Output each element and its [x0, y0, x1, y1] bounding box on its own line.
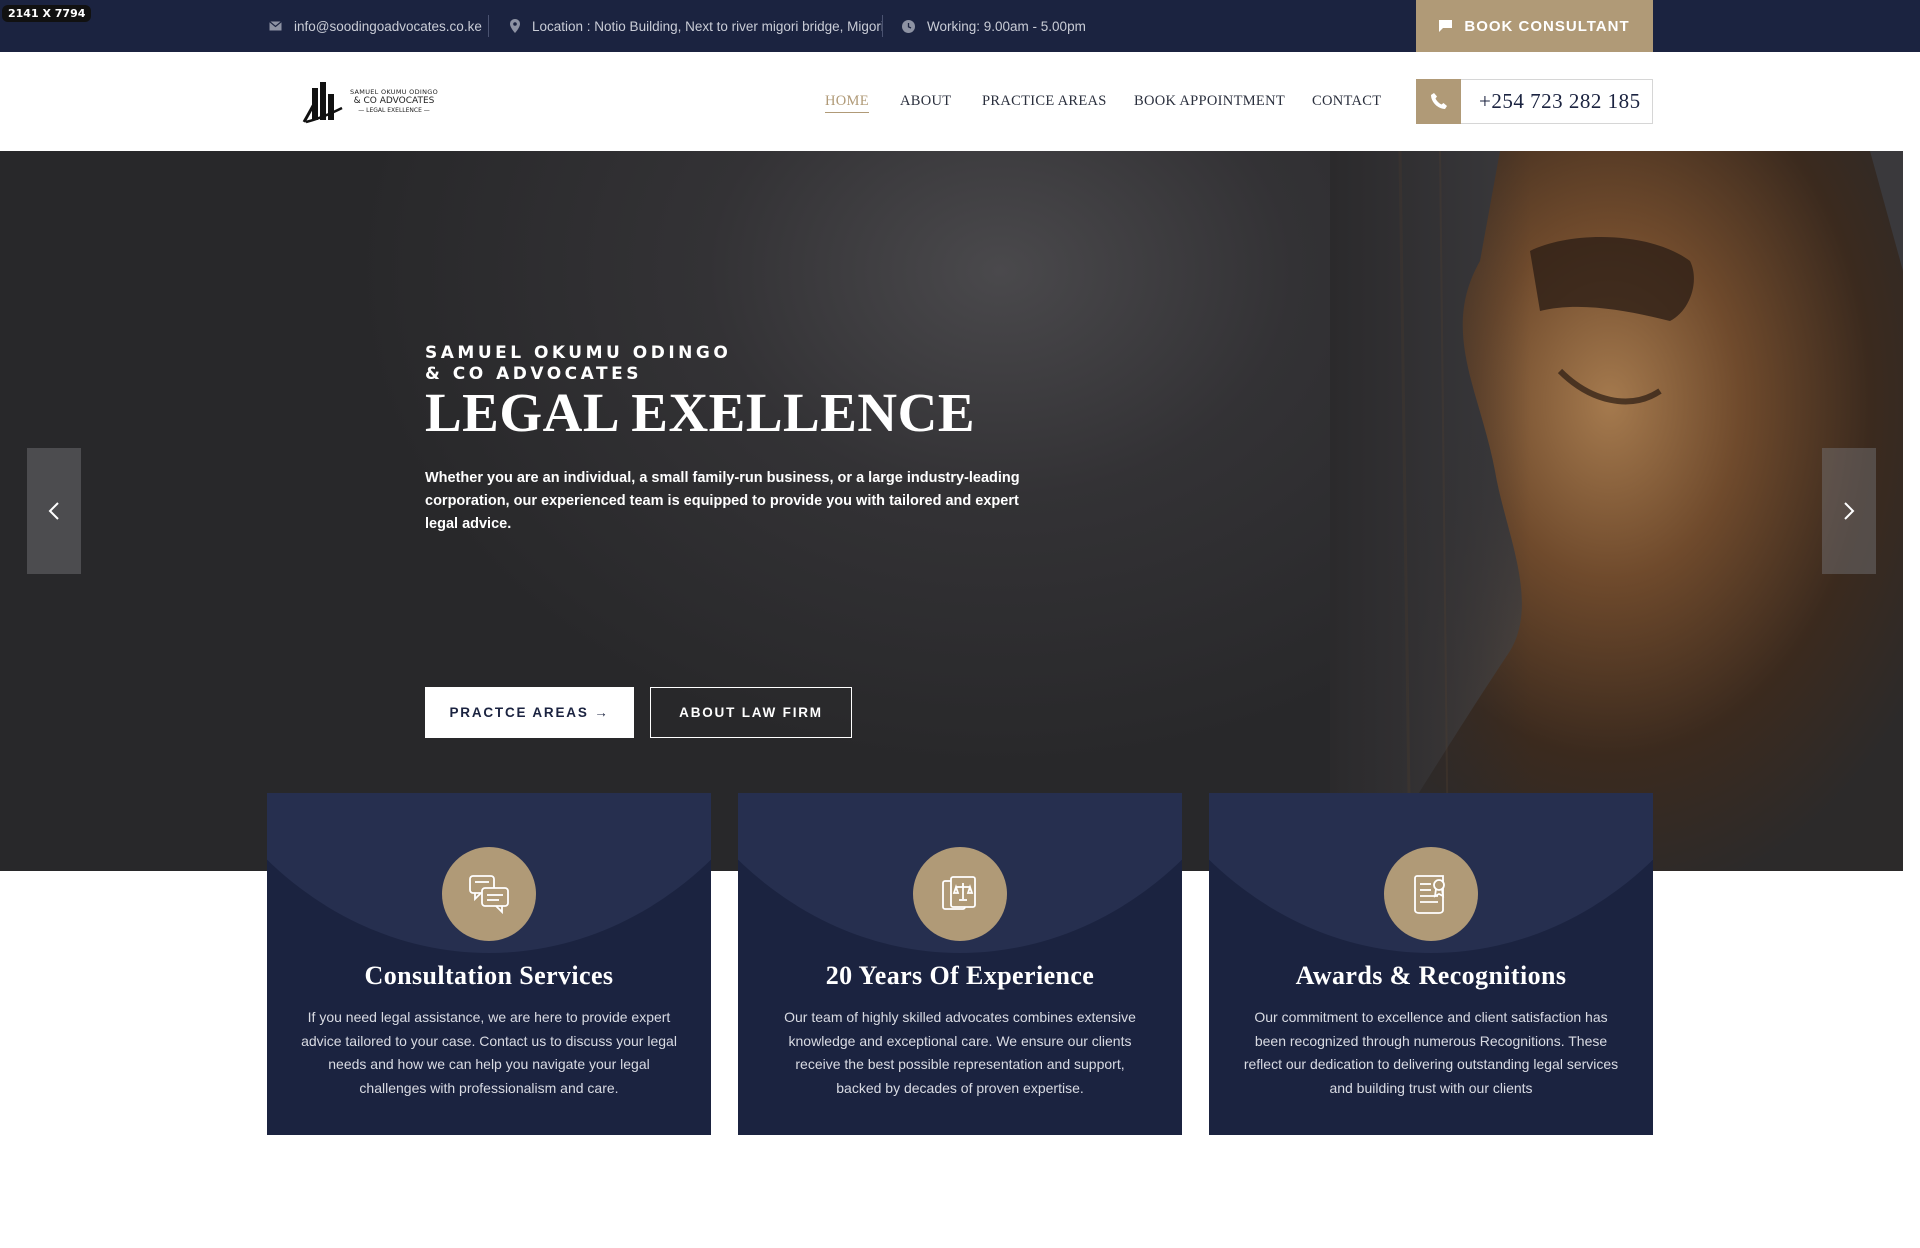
topbar-email-text: info@soodingoadvocates.co.ke [294, 18, 482, 34]
legal-documents-icon [913, 847, 1007, 941]
topbar-email[interactable]: info@soodingoadvocates.co.ke [269, 0, 482, 52]
hero-description: Whether you are an individual, a small f… [425, 470, 1020, 532]
topbar-location-text: Location : Notio Building, Next to river… [532, 18, 884, 34]
hero-buttons: PRACTCE AREAS → ABOUT LAW FIRM [425, 687, 852, 738]
practice-areas-button[interactable]: PRACTCE AREAS → [425, 687, 634, 738]
nav-contact[interactable]: CONTACT [1312, 93, 1381, 110]
message-flag-icon [1439, 20, 1453, 32]
topbar-location: Location : Notio Building, Next to river… [510, 0, 884, 52]
topbar-hours-text: Working: 9.00am - 5.00pm [927, 18, 1086, 34]
feature-card-consultation: Consultation Services If you need legal … [267, 793, 711, 1135]
topbar-hours: Working: 9.00am - 5.00pm [902, 0, 1086, 52]
phone-icon [1416, 78, 1461, 124]
feature-card-awards: Awards & Recognitions Our commitment to … [1209, 793, 1653, 1135]
nav-practice-areas[interactable]: PRACTICE AREAS [982, 93, 1107, 110]
topbar-divider [882, 15, 883, 37]
logo-line-2: & CO ADVOCATES [353, 96, 435, 106]
site-logo[interactable]: SAMUEL OKUMU ODINGO & CO ADVOCATES — LEG… [302, 78, 442, 124]
about-law-firm-button[interactable]: ABOUT LAW FIRM [650, 687, 852, 738]
main-header: SAMUEL OKUMU ODINGO & CO ADVOCATES — LEG… [0, 52, 1920, 151]
map-pin-icon [510, 19, 520, 33]
phone-contact[interactable]: +254 723 282 185 [1416, 78, 1653, 124]
slider-next-button[interactable] [1822, 448, 1876, 574]
book-consultant-button[interactable]: BOOK CONSULTANT [1416, 0, 1653, 52]
chat-bubbles-icon [442, 847, 536, 941]
feature-card-experience: 20 Years Of Experience Our team of highl… [738, 793, 1182, 1135]
hero-content: SAMUEL OKUMU ODINGO & CO ADVOCATES LEGAL… [425, 343, 1045, 738]
card-title: 20 Years Of Experience [825, 961, 1095, 990]
nav-book-appointment[interactable]: BOOK APPOINTMENT [1134, 93, 1285, 110]
topbar-divider [488, 15, 489, 37]
clock-icon [902, 19, 915, 33]
card-text: Our team of highly skilled advocates com… [784, 1009, 1136, 1096]
book-consultant-label: BOOK CONSULTANT [1464, 17, 1630, 35]
slider-prev-button[interactable] [27, 448, 81, 574]
hero-slider: SAMUEL OKUMU ODINGO & CO ADVOCATES LEGAL… [0, 151, 1903, 871]
hero-subtitle: SAMUEL OKUMU ODINGO & CO ADVOCATES [425, 343, 1045, 385]
card-text: Our commitment to excellence and client … [1243, 1009, 1619, 1096]
certificate-award-icon [1384, 847, 1478, 941]
chevron-right-icon [1844, 502, 1855, 520]
columns-logo-icon [302, 82, 343, 124]
hero-title: LEGAL EXELLENCE [425, 382, 976, 443]
phone-number: +254 723 282 185 [1479, 89, 1641, 113]
hero-subtitle-line-1: SAMUEL OKUMU ODINGO [425, 343, 732, 363]
lady-justice-statue-image [1330, 151, 1903, 871]
nav-home[interactable]: HOME [825, 93, 869, 113]
card-title: Consultation Services [364, 961, 614, 990]
dimension-badge: 2141 X 7794 [2, 5, 92, 22]
logo-line-3: — LEGAL EXELLENCE — [358, 107, 430, 114]
card-text: If you need legal assistance, we are her… [301, 1009, 677, 1096]
card-title: Awards & Recognitions [1295, 961, 1567, 990]
envelope-icon [269, 21, 282, 31]
top-info-bar: info@soodingoadvocates.co.ke Location : … [0, 0, 1920, 52]
chevron-left-icon [48, 502, 59, 520]
nav-about[interactable]: ABOUT [900, 93, 951, 110]
logo-line-1: SAMUEL OKUMU ODINGO [350, 88, 439, 96]
